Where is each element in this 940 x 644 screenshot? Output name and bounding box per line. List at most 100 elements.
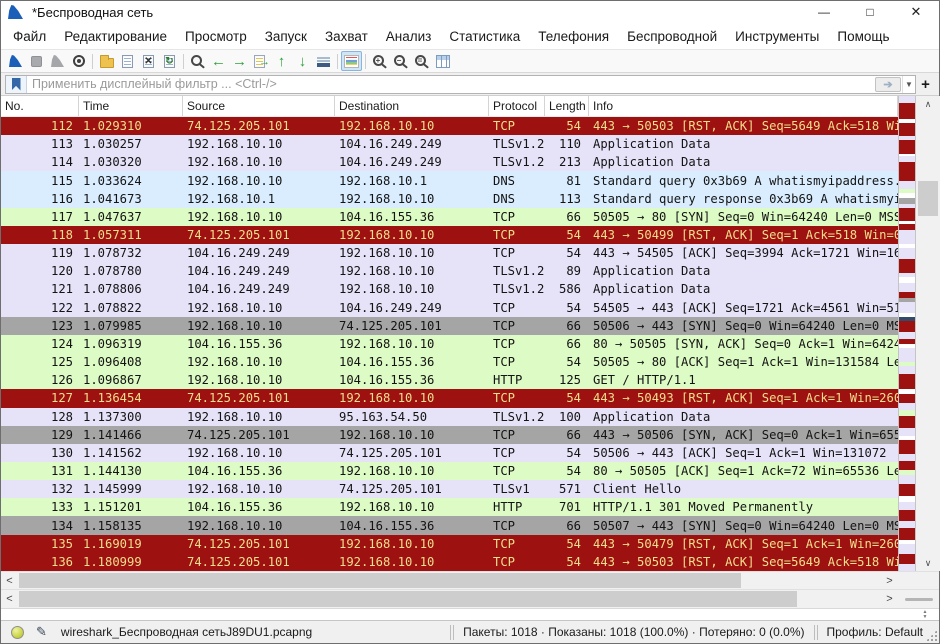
menu-помощь[interactable]: Помощь xyxy=(828,25,898,48)
column-header-source[interactable]: Source xyxy=(183,96,335,116)
packet-row[interactable]: 1121.02931074.125.205.101192.168.10.10TC… xyxy=(1,117,898,135)
capture-comment-icon[interactable]: ✎ xyxy=(36,624,47,640)
menu-анализ[interactable]: Анализ xyxy=(377,25,441,48)
packet-row[interactable]: 1151.033624192.168.10.10192.168.10.1DNS8… xyxy=(1,171,898,189)
minimize-button[interactable]: — xyxy=(801,1,847,23)
capture-options-icon[interactable] xyxy=(68,51,89,71)
packet-row[interactable]: 1211.078806104.16.249.249192.168.10.10TL… xyxy=(1,280,898,298)
zoom-reset-icon[interactable]: = xyxy=(411,51,432,71)
scroll-down-icon[interactable]: ∨ xyxy=(916,555,940,571)
scroll-right-icon[interactable]: > xyxy=(881,590,898,608)
filter-dropdown-caret[interactable]: ▼ xyxy=(902,76,915,93)
packet-row[interactable]: 1281.137300192.168.10.1095.163.54.50TLSv… xyxy=(1,408,898,426)
packet-row[interactable]: 1201.078780104.16.249.249192.168.10.10TL… xyxy=(1,262,898,280)
colorize-packets-icon[interactable] xyxy=(341,51,362,71)
packet-cell-time: 1.151201 xyxy=(79,500,183,514)
column-header-length[interactable]: Length xyxy=(545,96,589,116)
find-packet-icon[interactable] xyxy=(187,51,208,71)
packet-row[interactable]: 1251.096408192.168.10.10104.16.155.36TCP… xyxy=(1,353,898,371)
packet-cell-proto: TCP xyxy=(489,519,545,533)
packet-row[interactable]: 1311.144130104.16.155.36192.168.10.10TCP… xyxy=(1,462,898,480)
restart-capture-icon[interactable] xyxy=(47,51,68,71)
column-header-no[interactable]: No. xyxy=(1,96,79,116)
column-header-protocol[interactable]: Protocol xyxy=(489,96,545,116)
open-file-icon[interactable] xyxy=(96,51,117,71)
scroll-up-icon[interactable]: ∧ xyxy=(916,96,940,112)
menu-запуск[interactable]: Запуск xyxy=(256,25,316,48)
spin-control-icon[interactable]: ▲▼ xyxy=(919,609,931,620)
vertical-scrollbar[interactable]: ∧ ∨ xyxy=(916,96,940,571)
secondary-hscrollbar[interactable]: < > xyxy=(1,589,898,608)
go-forward-icon[interactable]: → xyxy=(229,51,250,71)
scroll-left-icon[interactable]: < xyxy=(1,590,18,608)
menu-инструменты[interactable]: Инструменты xyxy=(726,25,828,48)
hscroll-thumb-2[interactable] xyxy=(19,591,797,607)
menu-файл[interactable]: Файл xyxy=(4,25,55,48)
pane-splitter-handle[interactable] xyxy=(905,598,933,601)
packet-minimap-scrollbar[interactable] xyxy=(898,96,916,571)
packet-cell-len: 66 xyxy=(545,428,589,442)
menu-редактирование[interactable]: Редактирование xyxy=(55,25,176,48)
packet-row[interactable]: 1331.151201104.16.155.36192.168.10.10HTT… xyxy=(1,498,898,516)
packet-cell-proto: HTTP xyxy=(489,373,545,387)
column-header-destination[interactable]: Destination xyxy=(335,96,489,116)
packet-row[interactable]: 1171.047637192.168.10.10104.16.155.36TCP… xyxy=(1,208,898,226)
start-capture-icon[interactable] xyxy=(5,51,26,71)
go-first-packet-icon[interactable]: ↑ xyxy=(271,51,292,71)
resize-grip[interactable] xyxy=(926,630,937,641)
display-filter-input[interactable] xyxy=(27,76,875,93)
packet-row[interactable]: 1341.158135192.168.10.10104.16.155.36TCP… xyxy=(1,516,898,534)
packet-row[interactable]: 1291.14146674.125.205.101192.168.10.10TC… xyxy=(1,426,898,444)
packet-row[interactable]: 1261.096867192.168.10.10104.16.155.36HTT… xyxy=(1,371,898,389)
add-filter-button[interactable]: + xyxy=(916,76,935,93)
packet-cell-src: 192.168.10.10 xyxy=(183,482,335,496)
column-header-info[interactable]: Info xyxy=(589,96,898,116)
menu-просмотр[interactable]: Просмотр xyxy=(176,25,256,48)
scroll-left-icon[interactable]: < xyxy=(1,572,18,589)
column-header-time[interactable]: Time xyxy=(79,96,183,116)
go-last-packet-icon[interactable]: ↓ xyxy=(292,51,313,71)
apply-filter-button[interactable]: ➔ xyxy=(875,77,901,92)
packet-row[interactable]: 1191.078732104.16.249.249192.168.10.10TC… xyxy=(1,244,898,262)
save-file-icon[interactable] xyxy=(117,51,138,71)
packet-row[interactable]: 1271.13645474.125.205.101192.168.10.10TC… xyxy=(1,389,898,407)
packet-row[interactable]: 1131.030257192.168.10.10104.16.249.249TL… xyxy=(1,135,898,153)
go-to-packet-icon[interactable]: → xyxy=(250,51,271,71)
menu-захват[interactable]: Захват xyxy=(316,25,377,48)
packet-row[interactable]: 1321.145999192.168.10.1074.125.205.101TL… xyxy=(1,480,898,498)
packet-row[interactable]: 1351.16901974.125.205.101192.168.10.10TC… xyxy=(1,535,898,553)
expert-info-icon[interactable] xyxy=(11,626,24,639)
packet-cell-len: 113 xyxy=(545,192,589,206)
packet-row[interactable]: 1181.05731174.125.205.101192.168.10.10TC… xyxy=(1,226,898,244)
zoom-out-icon[interactable]: − xyxy=(390,51,411,71)
packet-cell-proto: TCP xyxy=(489,119,545,133)
reload-file-icon[interactable]: ↻ xyxy=(159,51,180,71)
packet-row[interactable]: 1221.078822192.168.10.10104.16.249.249TC… xyxy=(1,299,898,317)
packet-row[interactable]: 1161.041673192.168.10.1192.168.10.10DNS1… xyxy=(1,190,898,208)
packet-row[interactable]: 1231.079985192.168.10.1074.125.205.101TC… xyxy=(1,317,898,335)
profile-label[interactable]: Профиль: Default xyxy=(827,625,924,639)
packet-row[interactable]: 1141.030320192.168.10.10104.16.249.249TL… xyxy=(1,153,898,171)
packet-list-hscrollbar[interactable]: < > xyxy=(1,571,898,589)
packet-cell-proto: TLSv1.2 xyxy=(489,137,545,151)
close-file-icon[interactable]: ✕ xyxy=(138,51,159,71)
packet-cell-dst: 192.168.10.10 xyxy=(335,246,489,260)
maximize-button[interactable]: □ xyxy=(847,1,893,23)
vertical-scroll-thumb[interactable] xyxy=(918,181,938,216)
menu-телефония[interactable]: Телефония xyxy=(529,25,618,48)
menu-беспроводной[interactable]: Беспроводной xyxy=(618,25,726,48)
stop-capture-icon[interactable] xyxy=(26,51,47,71)
minimap-stripe xyxy=(899,440,915,454)
packet-row[interactable]: 1301.141562192.168.10.1074.125.205.101TC… xyxy=(1,444,898,462)
hscroll-thumb-1[interactable] xyxy=(19,573,741,588)
scroll-right-icon[interactable]: > xyxy=(881,572,898,589)
zoom-in-icon[interactable]: + xyxy=(369,51,390,71)
filter-bookmark-button[interactable] xyxy=(6,76,27,93)
resize-columns-icon[interactable] xyxy=(432,51,453,71)
menu-статистика[interactable]: Статистика xyxy=(440,25,529,48)
auto-scroll-icon[interactable] xyxy=(313,51,334,71)
go-back-icon[interactable]: ← xyxy=(208,51,229,71)
packet-row[interactable]: 1241.096319104.16.155.36192.168.10.10TCP… xyxy=(1,335,898,353)
close-button[interactable]: ✕ xyxy=(893,1,939,23)
packet-row[interactable]: 1361.18099974.125.205.101192.168.10.10TC… xyxy=(1,553,898,571)
